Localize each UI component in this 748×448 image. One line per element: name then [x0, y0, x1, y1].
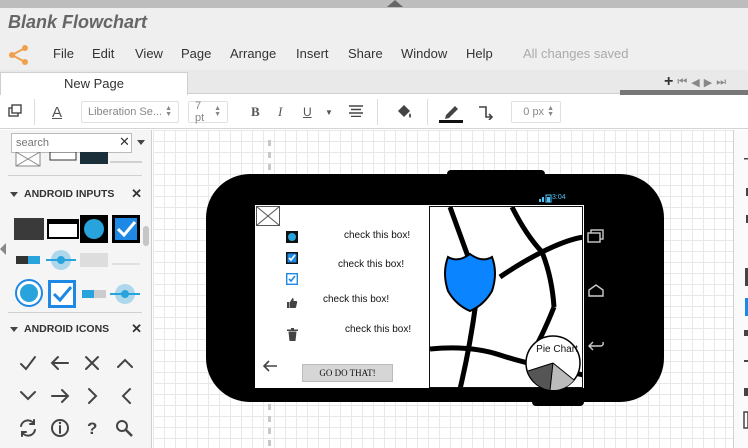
underline-button[interactable]: U: [303, 101, 312, 123]
checkbox-label: check this box!: [323, 294, 390, 305]
font-size-value: 7 pt: [195, 100, 205, 124]
radio-button-icon[interactable]: [286, 231, 298, 243]
collapse-sidebar-icon[interactable]: [0, 243, 6, 255]
menu-file[interactable]: File: [53, 46, 74, 61]
waypoint-style-icon[interactable]: [478, 104, 494, 120]
trash-icon[interactable]: [287, 328, 298, 341]
back-arrow-icon[interactable]: [262, 359, 278, 373]
line-width-value: 0 px: [523, 106, 545, 118]
expand-triangle-icon: [10, 326, 18, 332]
line-width-input[interactable]: 0 px ▲ ▼: [511, 101, 561, 123]
window-top-strip: [0, 0, 748, 8]
last-page-icon[interactable]: ⏭: [716, 76, 726, 89]
first-page-icon[interactable]: ⏮: [677, 76, 687, 89]
format-panel-icon[interactable]: [8, 104, 22, 118]
app-logo-icon[interactable]: [8, 44, 30, 66]
checkbox-checked-icon[interactable]: [286, 252, 298, 264]
previous-page-icon[interactable]: ◀: [691, 76, 699, 89]
checkbox-label: check this box!: [338, 259, 405, 270]
map-shield-icon[interactable]: [444, 251, 496, 313]
checkbox-label: check this box!: [344, 230, 411, 241]
signal-battery-icon: [539, 194, 552, 203]
line-color-icon[interactable]: [439, 101, 463, 123]
font-family-value: Liberation Se...: [88, 106, 162, 118]
status-time: 3:04: [552, 194, 566, 201]
shape-row-partial: [15, 152, 142, 167]
section-android-inputs[interactable]: ANDROID INPUTS ✕: [10, 185, 142, 203]
next-page-icon[interactable]: ▶: [704, 76, 712, 89]
thumbs-up-icon[interactable]: [286, 297, 298, 309]
menu-window[interactable]: Window: [401, 46, 447, 61]
recent-apps-icon[interactable]: [587, 229, 605, 243]
stepper-icon: ▲ ▼: [214, 105, 221, 118]
font-family-select[interactable]: Liberation Se... ▲ ▼: [81, 101, 179, 123]
section-title: ANDROID ICONS: [24, 323, 110, 335]
android-inputs-shapes[interactable]: [12, 213, 142, 311]
menu-insert[interactable]: Insert: [296, 46, 329, 61]
italic-button[interactable]: I: [278, 101, 282, 123]
add-page-button[interactable]: +: [664, 73, 673, 91]
sidebar-scrollbar[interactable]: [143, 226, 149, 246]
tab-new-page[interactable]: New Page: [0, 72, 188, 95]
back-nav-icon[interactable]: [587, 339, 605, 353]
home-icon[interactable]: [587, 284, 605, 298]
toolbar-separator: [427, 99, 428, 125]
save-status: All changes saved: [523, 46, 629, 61]
menu-share[interactable]: Share: [348, 46, 383, 61]
menu-page[interactable]: Page: [181, 46, 211, 61]
align-center-icon[interactable]: [348, 105, 364, 117]
search-input[interactable]: [11, 133, 132, 153]
stepper-icon: ▲ ▼: [165, 105, 172, 118]
phone-power-button: [447, 170, 545, 178]
image-placeholder-icon[interactable]: [256, 206, 280, 226]
fill-color-icon[interactable]: [395, 102, 413, 120]
android-icons-shapes[interactable]: ?: [14, 348, 142, 444]
section-title: ANDROID INPUTS: [24, 188, 115, 200]
stepper-icon: ▲ ▼: [547, 105, 554, 118]
svg-text:?: ?: [87, 419, 97, 438]
expand-triangle-icon: [10, 191, 18, 197]
bold-button[interactable]: B: [251, 101, 260, 123]
section-android-icons[interactable]: ANDROID ICONS ✕: [10, 320, 142, 338]
collapse-caret-icon[interactable]: [387, 0, 403, 7]
text-color-icon: A: [52, 103, 63, 121]
document-title[interactable]: Blank Flowchart: [8, 12, 147, 33]
go-do-that-button[interactable]: GO DO THAT!: [302, 364, 393, 382]
sidebar-options-icon[interactable]: [137, 140, 145, 145]
clear-search-icon[interactable]: ✕: [119, 134, 130, 150]
pie-chart-label: Pie Chart: [536, 344, 578, 355]
section-divider: [8, 175, 142, 176]
close-section-icon[interactable]: ✕: [131, 186, 142, 202]
format-panel-edge-icons: [743, 158, 748, 429]
menu-edit[interactable]: Edit: [92, 46, 114, 61]
phone-volume-button: [532, 398, 584, 406]
menu-help[interactable]: Help: [466, 46, 493, 61]
menu-view[interactable]: View: [135, 46, 163, 61]
section-divider: [8, 312, 142, 313]
toolbar-separator: [34, 99, 35, 125]
underline-options-icon[interactable]: ▼: [325, 101, 333, 123]
checkbox-outline-icon[interactable]: [286, 273, 298, 285]
toolbar-separator: [377, 99, 378, 125]
checkbox-label: check this box!: [345, 324, 412, 335]
close-section-icon[interactable]: ✕: [131, 321, 142, 337]
tab-controls: + ⏮ ◀ ▶ ⏭: [664, 72, 748, 92]
font-size-input[interactable]: 7 pt ▲ ▼: [188, 100, 228, 124]
text-color-button[interactable]: A: [52, 101, 62, 123]
menu-arrange[interactable]: Arrange: [230, 46, 276, 61]
